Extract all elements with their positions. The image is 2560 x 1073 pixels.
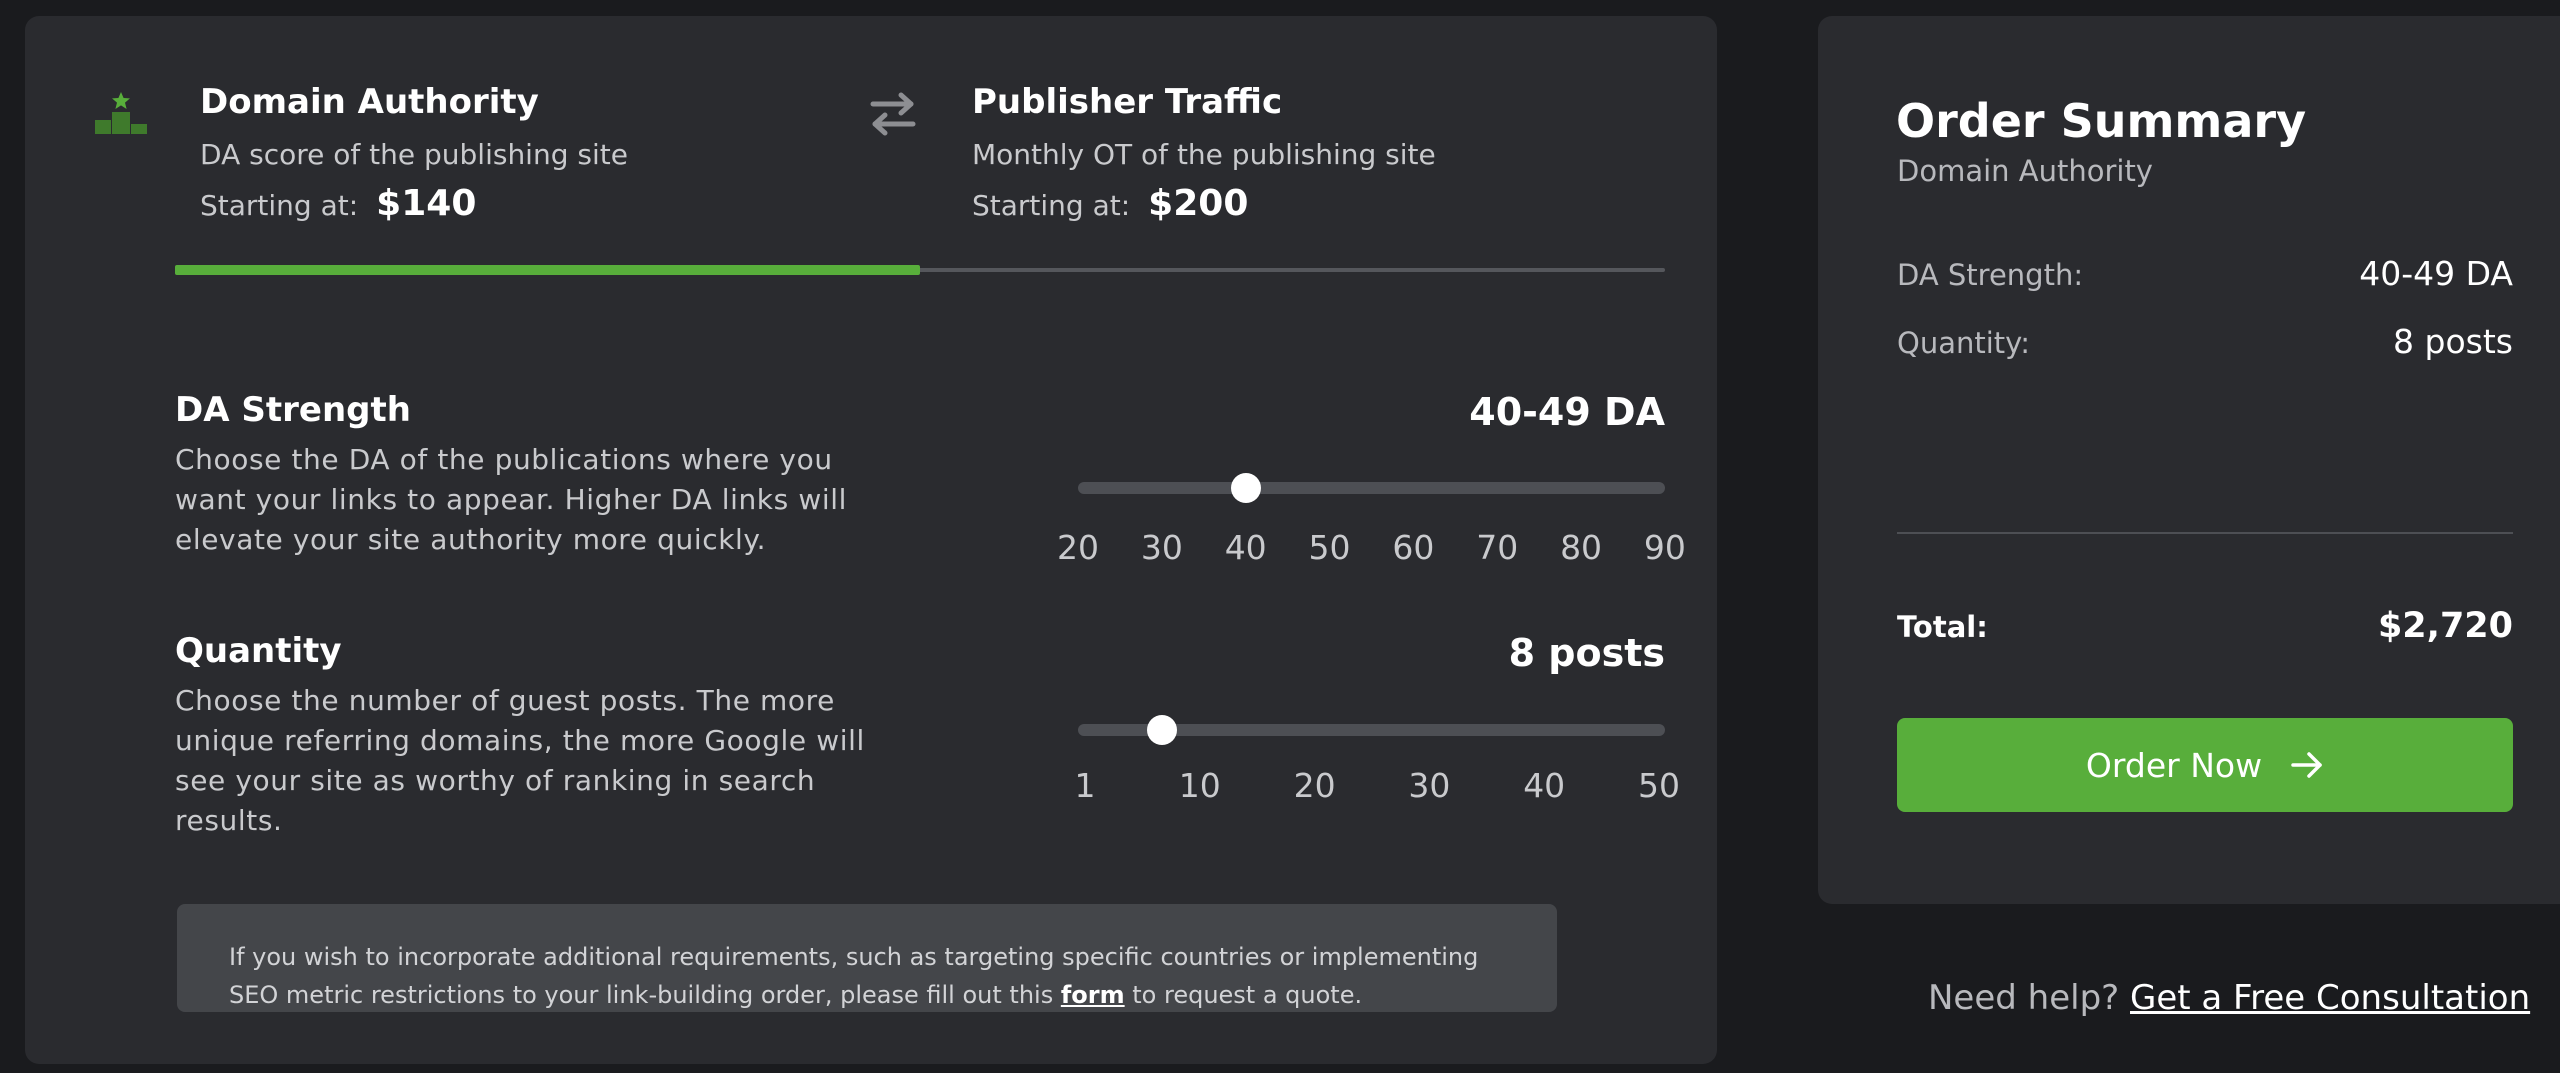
custom-requirements-note: If you wish to incorporate additional re… (177, 904, 1557, 1012)
arrow-right-icon (2291, 752, 2322, 778)
note-text-after: to request a quote. (1124, 981, 1363, 1009)
free-consultation-link[interactable]: Get a Free Consultation (2130, 978, 2530, 1018)
order-now-button[interactable]: Order Now (1897, 718, 2513, 812)
summary-value: 40-49 DA (2359, 254, 2513, 293)
da-strength-title: DA Strength (175, 390, 411, 430)
tab-subtitle: Monthly OT of the publishing site (972, 138, 1436, 171)
quantity-slider-thumb[interactable] (1146, 715, 1177, 745)
quantity-option: Quantity Choose the number of guest post… (175, 631, 1680, 841)
swap-arrows-icon (870, 92, 916, 136)
slider-tick-label: 20 (1293, 766, 1336, 805)
slider-tick-label: 30 (1408, 766, 1451, 805)
quantity-title: Quantity (175, 631, 342, 671)
quantity-value: 8 posts (1508, 631, 1665, 675)
help-text: Need help? (1928, 978, 2120, 1018)
summary-label: Quantity: (1897, 326, 2030, 360)
summary-value: 8 posts (2393, 322, 2513, 361)
tab-price-label: Starting at: (972, 189, 1131, 222)
quantity-slider[interactable] (1078, 715, 1665, 745)
order-now-label: Order Now (2085, 745, 2263, 785)
total-label: Total: (1897, 610, 1988, 644)
configurator-card: Domain Authority DA score of the publish… (25, 16, 1717, 1064)
slider-tick-label: 40 (1523, 766, 1566, 805)
slider-tick-label: 60 (1392, 528, 1435, 567)
tab-price-row: Starting at: $200 (972, 183, 1652, 224)
tab-price: $140 (376, 183, 477, 224)
help-line: Need help? Get a Free Consultation (1928, 978, 2530, 1018)
da-strength-value: 40-49 DA (1469, 390, 1665, 434)
tab-title: Domain Authority (200, 82, 539, 122)
order-summary-title: Order Summary (1896, 94, 2307, 148)
slider-tick-label: 1 (1074, 766, 1096, 805)
tab-price-label: Starting at: (200, 189, 359, 222)
slider-tick-label: 30 (1140, 528, 1183, 567)
tab-body: Publisher Traffic Monthly OT of the publ… (972, 82, 1652, 224)
slider-tick-label: 50 (1637, 766, 1680, 805)
quantity-description: Choose the number of guest posts. The mo… (175, 684, 865, 837)
summary-divider (1897, 532, 2513, 534)
tab-progress-fill (175, 265, 920, 275)
slider-tick-label: 10 (1178, 766, 1221, 805)
request-form-link[interactable]: form (1061, 981, 1125, 1009)
da-strength-option: DA Strength Choose the DA of the publica… (175, 390, 1686, 567)
summary-row-quantity: Quantity: 8 posts (1897, 322, 2513, 361)
summary-total-row: Total: $2,720 (1897, 606, 2513, 646)
summary-row-da: DA Strength: 40-49 DA (1897, 254, 2513, 293)
slider-tick-label: 20 (1057, 528, 1099, 567)
tab-progress-track (175, 265, 1665, 275)
da-strength-description: Choose the DA of the publications where … (175, 443, 847, 556)
tab-body: Domain Authority DA score of the publish… (200, 82, 880, 224)
quantity-ticks: 1 10 20 30 40 50 (1055, 766, 1689, 805)
tab-title: Publisher Traffic (972, 82, 1283, 122)
tab-price: $200 (1148, 183, 1249, 224)
da-strength-slider-thumb[interactable] (1230, 473, 1261, 503)
slider-tick-label: 40 (1224, 528, 1267, 567)
slider-tick-label: 80 (1560, 528, 1603, 567)
slider-tick-label: 90 (1643, 528, 1686, 567)
order-summary-card: Order Summary Domain Authority DA Streng… (1818, 16, 2560, 904)
total-value: $2,720 (2377, 606, 2513, 646)
summary-label: DA Strength: (1897, 258, 2084, 292)
da-strength-slider[interactable] (1078, 473, 1665, 503)
page: Domain Authority DA score of the publish… (0, 0, 2560, 1073)
podium-star-icon (95, 92, 147, 134)
da-strength-ticks: 20 30 40 50 60 70 80 90 (1048, 528, 1695, 567)
slider-tick-label: 70 (1476, 528, 1519, 567)
tab-subtitle: DA score of the publishing site (200, 138, 628, 171)
order-summary-subtitle: Domain Authority (1897, 154, 2153, 188)
tab-price-row: Starting at: $140 (200, 183, 880, 224)
slider-tick-label: 50 (1308, 528, 1351, 567)
